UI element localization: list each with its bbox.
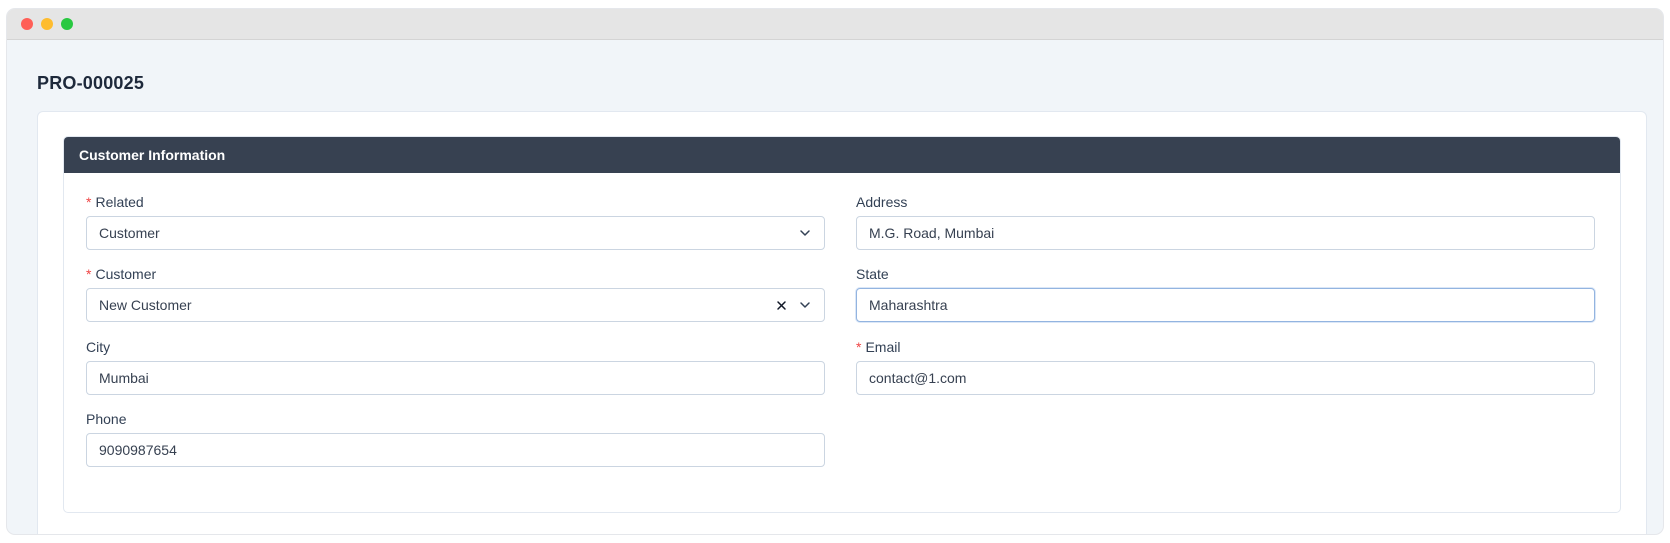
- required-marker: *: [856, 339, 862, 355]
- city-value: Mumbai: [99, 370, 149, 386]
- customer-information-section: Customer Information * Related Customer *…: [63, 136, 1621, 513]
- customer-label: * Customer: [86, 266, 157, 282]
- chevron-down-icon[interactable]: [798, 226, 812, 240]
- window-titlebar: [7, 9, 1663, 40]
- phone-field: Phone 9090987654: [86, 410, 825, 467]
- email-field: * Email contact@1.com: [856, 338, 1595, 395]
- state-input[interactable]: Maharashtra: [856, 288, 1595, 322]
- required-marker: *: [86, 266, 92, 282]
- city-field: City Mumbai: [86, 338, 825, 395]
- state-label: State: [856, 266, 889, 282]
- app-window: PRO-000025 Customer Information * Related…: [7, 9, 1663, 534]
- address-label: Address: [856, 194, 908, 210]
- minimize-window-button[interactable]: [41, 18, 53, 30]
- email-input[interactable]: contact@1.com: [856, 361, 1595, 395]
- customer-field: * Customer New Customer: [86, 265, 825, 322]
- related-value: Customer: [99, 225, 160, 241]
- city-label: City: [86, 339, 111, 355]
- close-window-button[interactable]: [21, 18, 33, 30]
- customer-value: New Customer: [99, 297, 192, 313]
- phone-label: Phone: [86, 411, 127, 427]
- related-select[interactable]: Customer: [86, 216, 825, 250]
- address-input[interactable]: M.G. Road, Mumbai: [856, 216, 1595, 250]
- form-card: Customer Information * Related Customer *…: [37, 111, 1647, 534]
- customer-select[interactable]: New Customer: [86, 288, 825, 322]
- address-field: Address M.G. Road, Mumbai: [856, 193, 1595, 250]
- page-title: PRO-000025: [37, 73, 145, 93]
- address-value: M.G. Road, Mumbai: [869, 225, 995, 241]
- related-label: * Related: [86, 194, 144, 210]
- phone-value: 9090987654: [99, 442, 177, 458]
- state-field: State Maharashtra: [856, 265, 1595, 322]
- state-value: Maharashtra: [869, 297, 948, 313]
- required-marker: *: [86, 194, 92, 210]
- email-label: * Email: [856, 339, 901, 355]
- email-value: contact@1.com: [869, 370, 967, 386]
- city-input[interactable]: Mumbai: [86, 361, 825, 395]
- phone-input[interactable]: 9090987654: [86, 433, 825, 467]
- section-title: Customer Information: [79, 147, 226, 163]
- related-field: * Related Customer: [86, 193, 825, 250]
- section-header: Customer Information: [64, 137, 1620, 173]
- chevron-down-icon[interactable]: [798, 298, 812, 312]
- clear-icon[interactable]: [774, 298, 788, 312]
- maximize-window-button[interactable]: [61, 18, 73, 30]
